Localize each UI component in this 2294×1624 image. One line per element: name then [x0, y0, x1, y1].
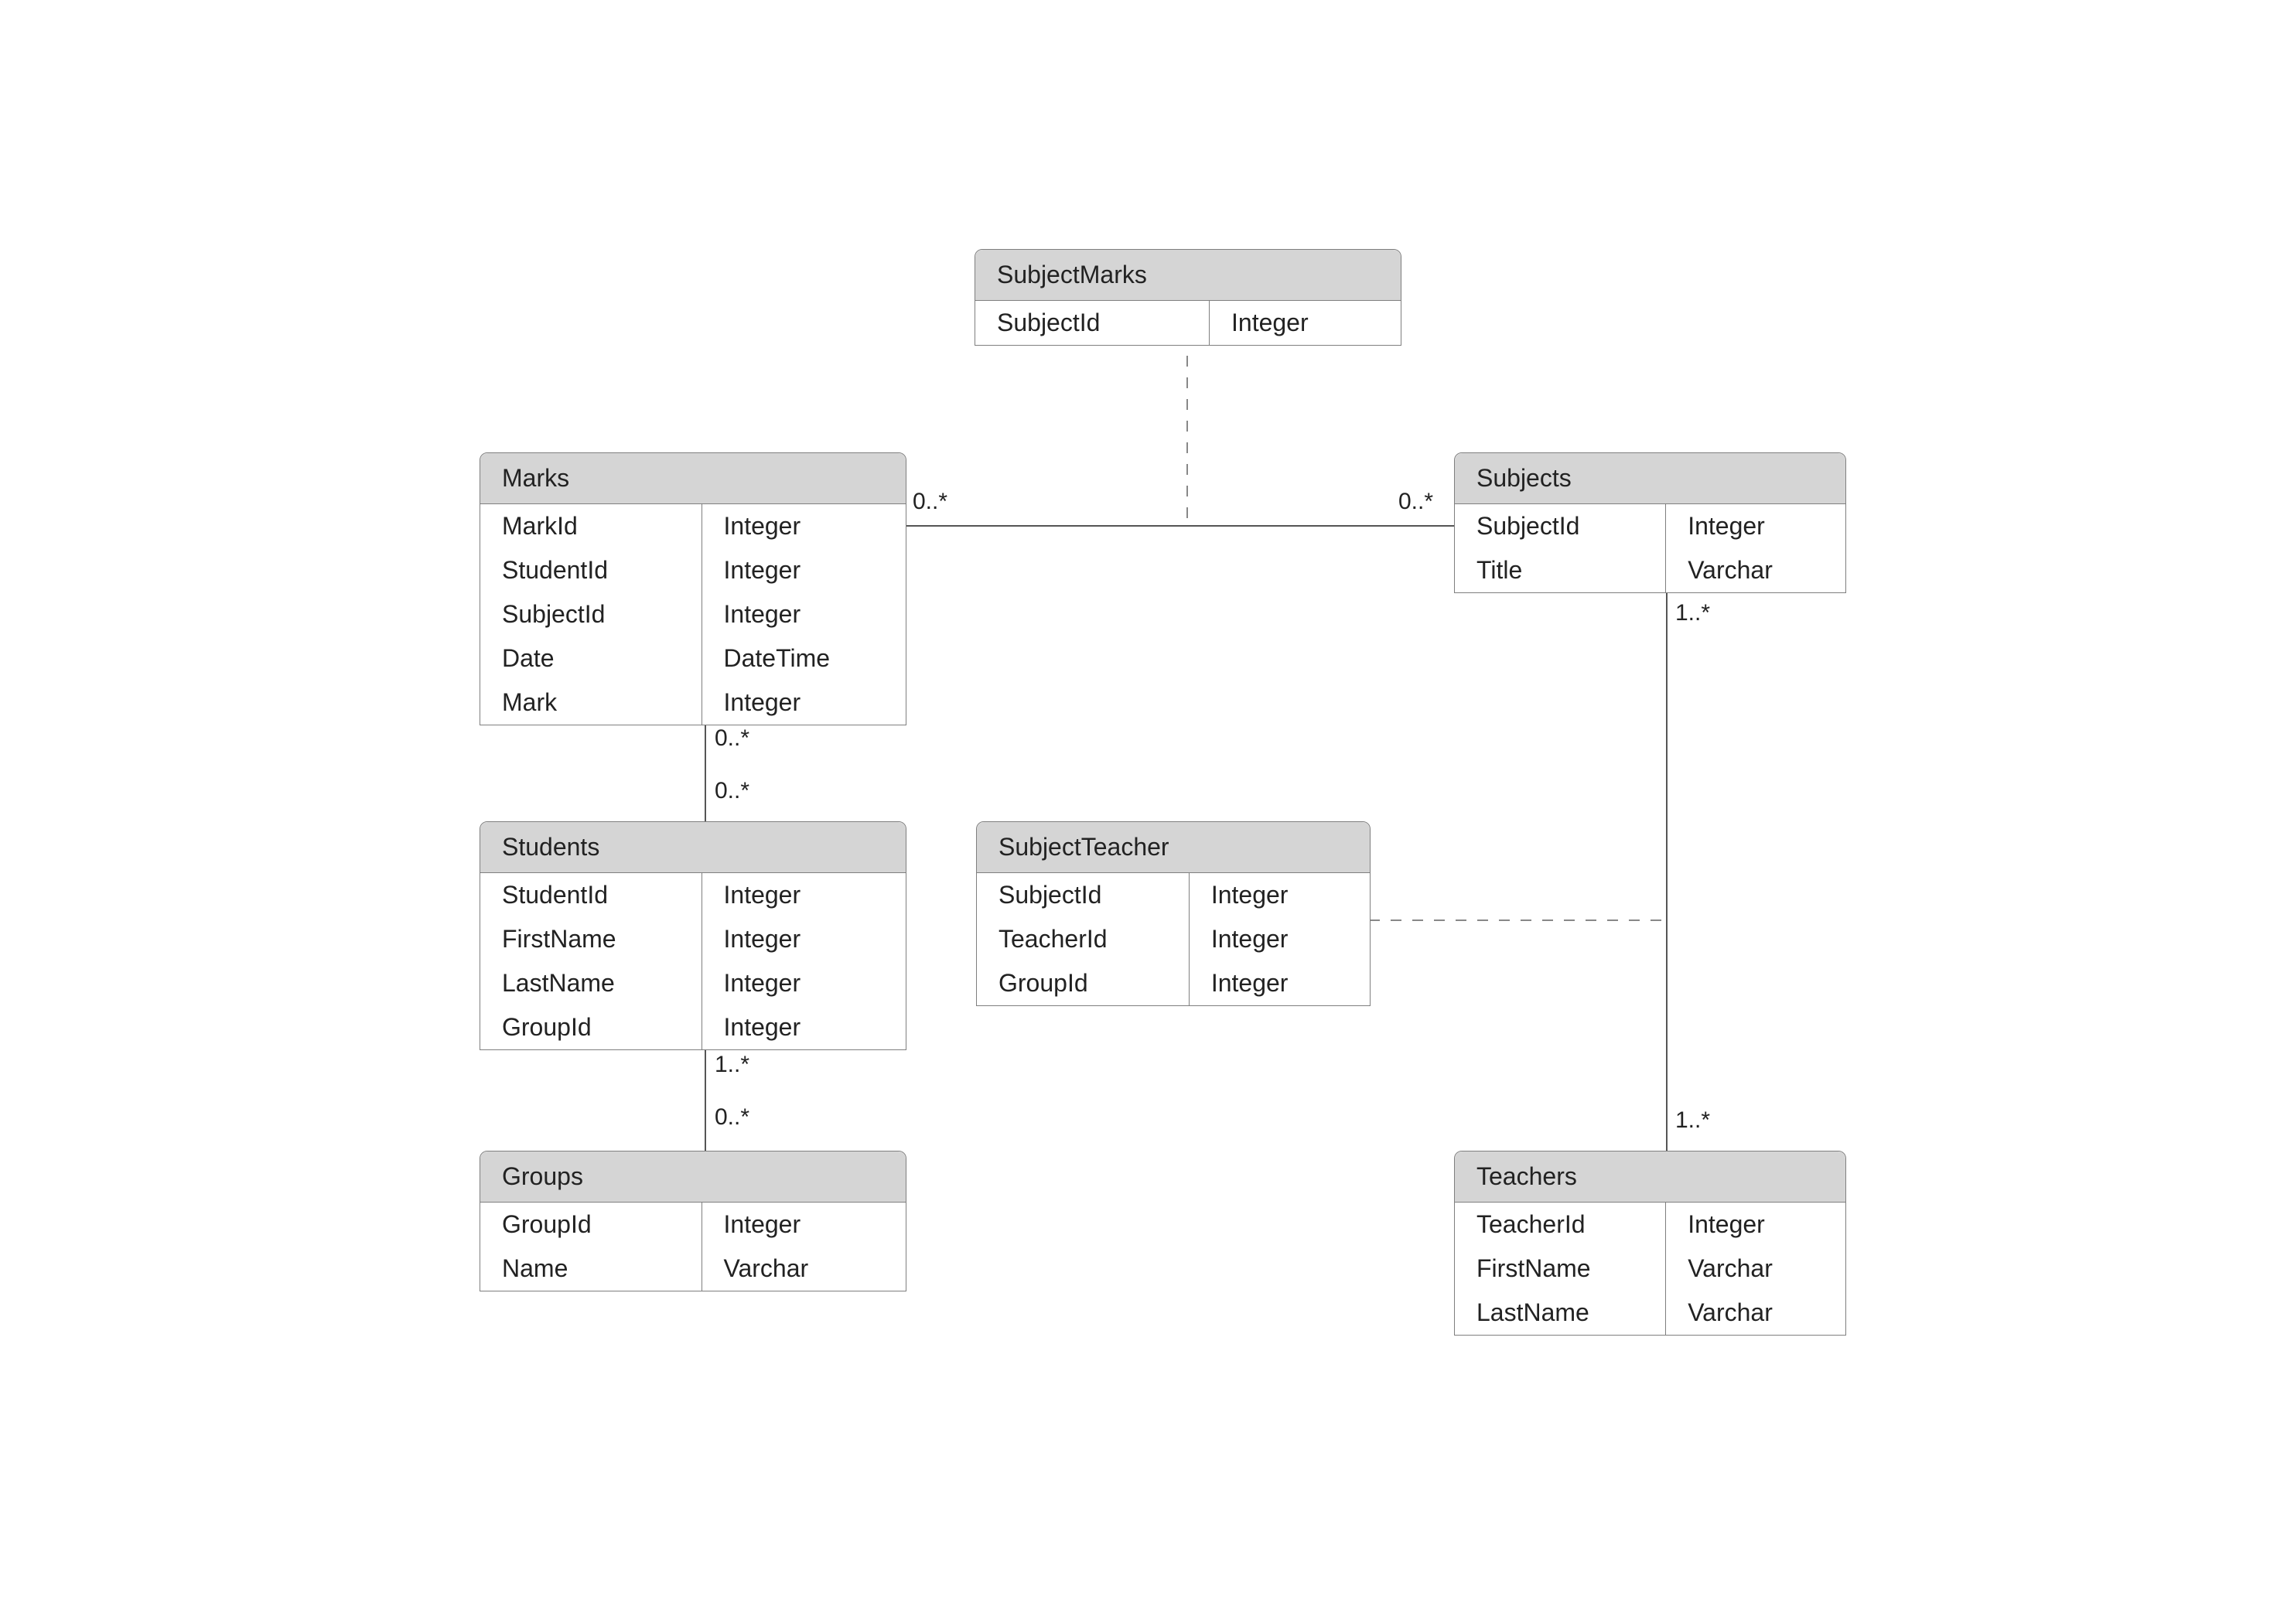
field-row: SubjectId Integer [480, 592, 906, 636]
multiplicity-label: 0..* [913, 489, 947, 515]
field-row: StudentId Integer [480, 548, 906, 592]
connector-lines [0, 0, 2294, 1624]
entity-subjects[interactable]: Subjects SubjectId Integer Title Varchar [1454, 452, 1846, 593]
entity-title: Marks [480, 453, 906, 504]
field-row: FirstName Varchar [1455, 1247, 1845, 1291]
field-row: Mark Integer [480, 681, 906, 725]
multiplicity-label: 0..* [715, 725, 749, 752]
field-row: TeacherId Integer [977, 917, 1370, 961]
field-row: MarkId Integer [480, 504, 906, 548]
entity-marks[interactable]: Marks MarkId Integer StudentId Integer S… [480, 452, 906, 725]
field-row: LastName Varchar [1455, 1291, 1845, 1335]
field-row: StudentId Integer [480, 873, 906, 917]
field-row: TeacherId Integer [1455, 1203, 1845, 1247]
field-row: SubjectId Integer [975, 301, 1401, 345]
entity-students[interactable]: Students StudentId Integer FirstName Int… [480, 821, 906, 1050]
entity-title: Teachers [1455, 1151, 1845, 1203]
field-row: Title Varchar [1455, 548, 1845, 592]
entity-title: SubjectMarks [975, 250, 1401, 301]
entity-title: Subjects [1455, 453, 1845, 504]
entity-groups[interactable]: Groups GroupId Integer Name Varchar [480, 1151, 906, 1291]
field-row: SubjectId Integer [977, 873, 1370, 917]
field-row: GroupId Integer [480, 1203, 906, 1247]
multiplicity-label: 0..* [715, 778, 749, 804]
entity-title: SubjectTeacher [977, 822, 1370, 873]
entity-title: Groups [480, 1151, 906, 1203]
field-row: SubjectId Integer [1455, 504, 1845, 548]
entity-subjectmarks[interactable]: SubjectMarks SubjectId Integer [975, 249, 1401, 346]
multiplicity-label: 1..* [1675, 600, 1710, 626]
entity-subjectteacher[interactable]: SubjectTeacher SubjectId Integer Teacher… [976, 821, 1371, 1006]
field-row: GroupId Integer [480, 1005, 906, 1049]
entity-title: Students [480, 822, 906, 873]
multiplicity-label: 0..* [1398, 489, 1433, 515]
field-row: FirstName Integer [480, 917, 906, 961]
field-row: GroupId Integer [977, 961, 1370, 1005]
multiplicity-label: 1..* [715, 1052, 749, 1078]
multiplicity-label: 0..* [715, 1104, 749, 1131]
multiplicity-label: 1..* [1675, 1107, 1710, 1134]
field-row: Date DateTime [480, 636, 906, 681]
field-row: LastName Integer [480, 961, 906, 1005]
entity-teachers[interactable]: Teachers TeacherId Integer FirstName Var… [1454, 1151, 1846, 1336]
field-row: Name Varchar [480, 1247, 906, 1291]
